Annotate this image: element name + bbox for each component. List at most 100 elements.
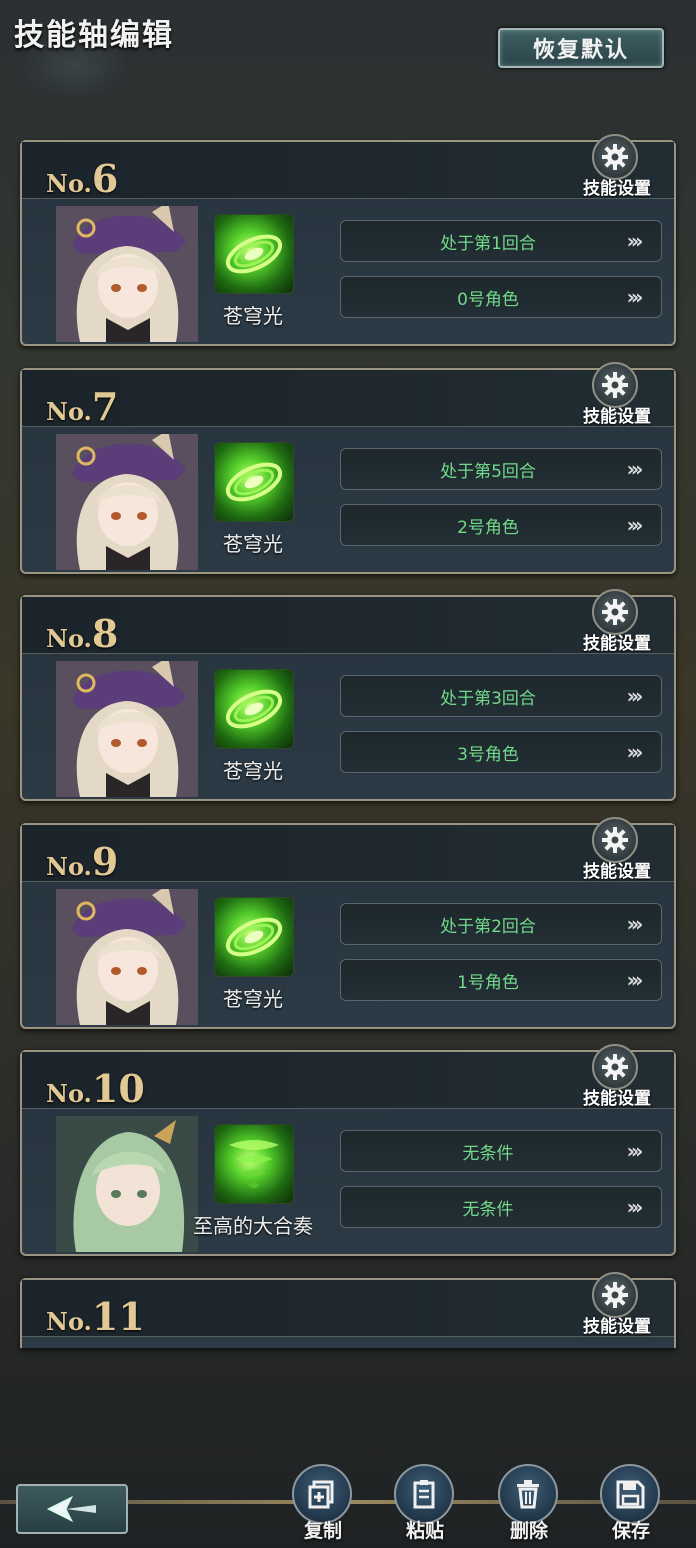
condition-target-text: 1号角色	[457, 972, 519, 993]
skill-icon[interactable]	[214, 1124, 294, 1204]
delete-button[interactable]: 删除	[494, 1464, 564, 1544]
save-button[interactable]: 保存	[596, 1464, 666, 1544]
skill-settings-label: 技能设置	[583, 1317, 651, 1337]
gear-icon	[602, 599, 628, 625]
skill-entry-card[interactable]: No.10 技能设置至高的大合奏 无条件 ››› 无条件 ›››	[20, 1044, 676, 1256]
character-portrait-image	[56, 661, 198, 797]
condition-round-selector[interactable]: 处于第3回合 ›››	[340, 675, 662, 717]
character-portrait-image	[56, 206, 198, 342]
paste-label: 粘贴	[405, 1520, 444, 1542]
skill-entry-card[interactable]: No.8 技能设置苍穹光 处于第3回合 ››› 3号角色 ›››	[20, 589, 676, 801]
condition-round-text: 处于第5回合	[440, 461, 536, 482]
delete-label: 删除	[509, 1520, 548, 1542]
skill-name: 至高的大合奏	[193, 1214, 313, 1238]
character-portrait-image	[56, 434, 198, 570]
paste-icon	[413, 1480, 435, 1509]
gear-icon	[602, 1054, 628, 1080]
tornado-skill-icon	[229, 1140, 279, 1188]
copy-label: 复制	[303, 1520, 342, 1542]
skill-entry-card[interactable]: No.6 技能设置 苍穹光 处于第1回合 ››› 0号角色 ›››	[20, 134, 676, 346]
triple-chevron-right-icon: ›››	[626, 457, 644, 481]
triple-chevron-right-icon: ›››	[626, 912, 644, 936]
entry-number: No.11	[46, 1294, 145, 1339]
skill-name: 苍穹光	[223, 532, 283, 556]
skill-entry-card[interactable]: No.11 技能设置	[20, 1272, 676, 1348]
condition-target-selector[interactable]: 无条件 ›››	[340, 1186, 662, 1228]
skill-icon[interactable]	[214, 442, 294, 522]
triple-chevron-right-icon: ›››	[626, 285, 644, 309]
vortex-skill-icon	[225, 917, 283, 957]
skill-settings-label: 技能设置	[583, 1089, 651, 1109]
condition-round-selector[interactable]: 无条件 ›››	[340, 1130, 662, 1172]
skill-settings-label: 技能设置	[583, 179, 651, 199]
condition-target-selector[interactable]: 2号角色 ›››	[340, 504, 662, 546]
skill-settings-label: 技能设置	[583, 862, 651, 882]
condition-round-selector[interactable]: 处于第5回合 ›››	[340, 448, 662, 490]
back-button[interactable]	[16, 1484, 128, 1534]
gear-icon	[602, 144, 628, 170]
condition-round-text: 处于第1回合	[440, 233, 536, 254]
entry-number: No.9	[46, 839, 119, 884]
skill-entry-card[interactable]: No.7 技能设置苍穹光 处于第5回合 ››› 2号角色 ›››	[20, 362, 676, 574]
condition-round-selector[interactable]: 处于第2回合 ›››	[340, 903, 662, 945]
skill-name: 苍穹光	[223, 759, 283, 783]
condition-target-selector[interactable]: 0号角色 ›››	[340, 276, 662, 318]
copy-icon	[308, 1480, 334, 1509]
condition-round-selector[interactable]: 处于第1回合 ›››	[340, 220, 662, 262]
back-arrow-icon	[46, 1495, 96, 1523]
vortex-skill-icon	[225, 689, 283, 729]
character-portrait[interactable]	[56, 434, 198, 570]
triple-chevron-right-icon: ›››	[626, 513, 644, 537]
gear-icon	[602, 827, 628, 853]
save-icon	[616, 1480, 645, 1509]
skill-settings-button[interactable]: 技能设置	[572, 1044, 662, 1109]
skill-settings-button[interactable]: 技能设置	[572, 362, 662, 427]
skill-settings-label: 技能设置	[583, 407, 651, 427]
skill-entry-card[interactable]: No.9 技能设置苍穹光 处于第2回合 ››› 1号角色 ›››	[20, 817, 676, 1029]
condition-target-selector[interactable]: 3号角色 ›››	[340, 731, 662, 773]
character-portrait[interactable]	[56, 1116, 198, 1252]
skill-name: 苍穹光	[223, 304, 283, 328]
skill-icon[interactable]	[214, 669, 294, 749]
skill-settings-label: 技能设置	[583, 634, 651, 654]
condition-target-selector[interactable]: 1号角色 ›››	[340, 959, 662, 1001]
character-portrait[interactable]	[56, 661, 198, 797]
condition-round-text: 处于第2回合	[440, 916, 536, 937]
triple-chevron-right-icon: ›››	[626, 740, 644, 764]
skill-name: 苍穹光	[223, 987, 283, 1011]
skill-settings-button[interactable]: 技能设置	[572, 589, 662, 654]
triple-chevron-right-icon: ›››	[626, 968, 644, 992]
triple-chevron-right-icon: ›››	[626, 229, 644, 253]
skill-settings-button[interactable]: 技能设置	[572, 1272, 662, 1337]
triple-chevron-right-icon: ›››	[626, 684, 644, 708]
character-portrait[interactable]	[56, 206, 198, 342]
character-portrait-image	[56, 1116, 198, 1252]
vortex-skill-icon	[225, 234, 283, 274]
triple-chevron-right-icon: ›››	[626, 1195, 644, 1219]
condition-target-text: 0号角色	[457, 289, 519, 310]
paste-button[interactable]: 粘贴	[390, 1464, 460, 1544]
save-label: 保存	[611, 1520, 650, 1542]
page-title: 技能轴编辑	[14, 18, 174, 53]
character-portrait[interactable]	[56, 889, 198, 1025]
condition-target-text: 无条件	[462, 1199, 514, 1220]
condition-round-text: 处于第3回合	[440, 688, 536, 709]
condition-target-text: 3号角色	[457, 744, 519, 765]
skill-settings-button[interactable]: 技能设置	[572, 134, 662, 199]
entry-number: No.8	[46, 611, 119, 656]
reset-default-button[interactable]: 恢复默认	[498, 28, 664, 68]
entry-number: No.7	[46, 384, 119, 429]
condition-round-text: 无条件	[462, 1143, 514, 1164]
skill-icon[interactable]	[214, 897, 294, 977]
skill-icon[interactable]	[214, 214, 294, 294]
character-portrait-image	[56, 889, 198, 1025]
trash-icon	[517, 1480, 539, 1509]
skill-settings-button[interactable]: 技能设置	[572, 817, 662, 882]
vortex-skill-icon	[225, 462, 283, 502]
gear-icon	[602, 372, 628, 398]
gear-icon	[602, 1282, 628, 1308]
condition-target-text: 2号角色	[457, 517, 519, 538]
triple-chevron-right-icon: ›››	[626, 1139, 644, 1163]
entry-number: No.10	[46, 1066, 145, 1111]
copy-button[interactable]: 复制	[288, 1464, 358, 1544]
